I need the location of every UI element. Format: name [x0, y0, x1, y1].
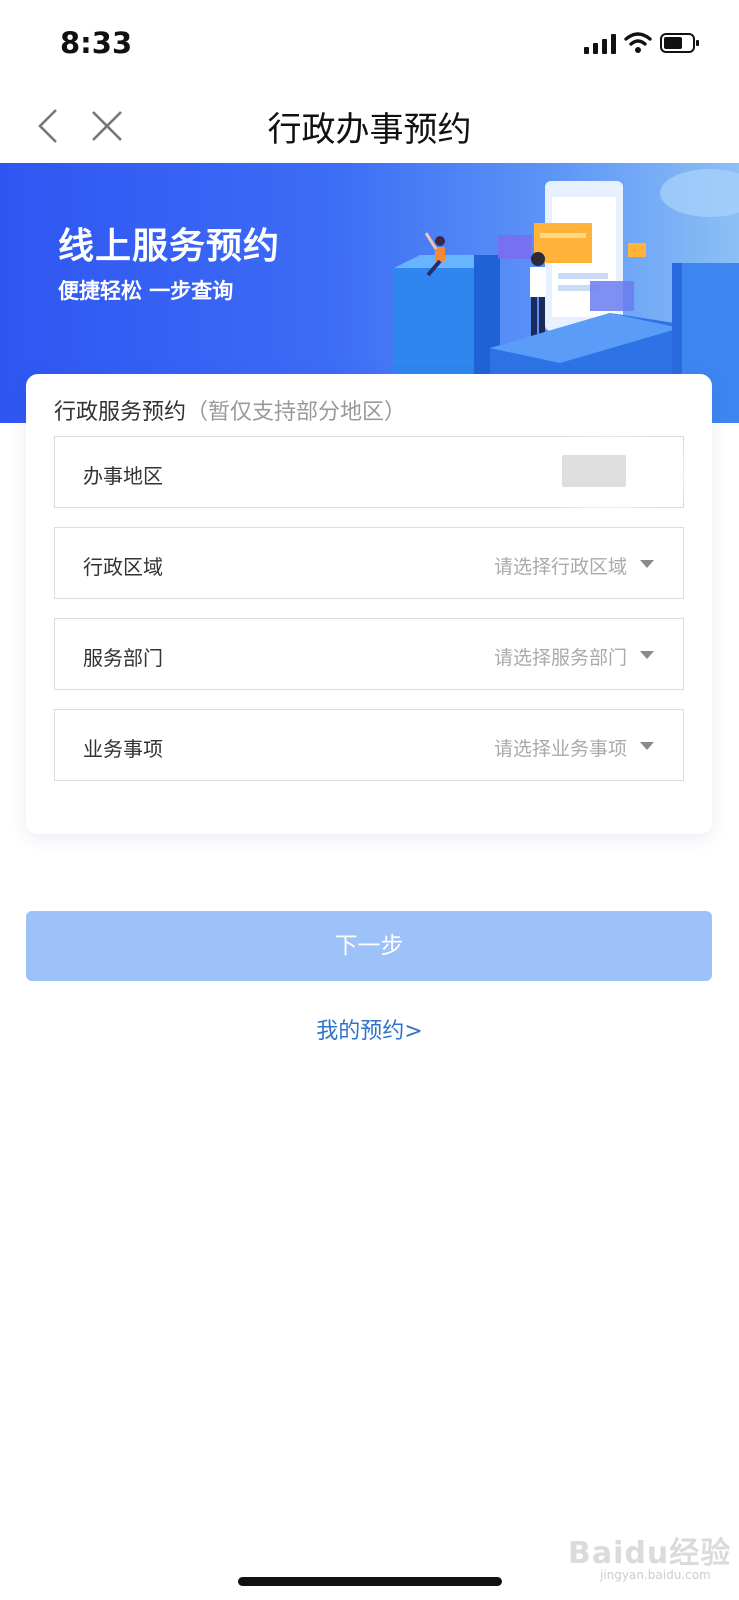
banner-subtitle: 便捷轻松 一步查询: [58, 279, 234, 303]
cellular-signal-icon: [584, 34, 616, 54]
watermark-url: jingyan.baidu.com: [600, 1568, 711, 1582]
dropdown-triangle-icon: [640, 560, 654, 568]
dropdown-triangle-icon: [640, 742, 654, 750]
service-department-label: 服务部门: [83, 646, 163, 670]
region-value: [562, 455, 626, 487]
banner-title: 线上服务预约: [58, 226, 281, 267]
home-indicator: [238, 1577, 502, 1586]
navigation-bar: 行政办事预约: [0, 88, 739, 163]
service-department-placeholder: 请选择服务部门: [493, 647, 627, 669]
wifi-icon: [624, 32, 652, 53]
watermark-logo: Baidu经验: [568, 1536, 732, 1571]
form-heading-title: 行政服务预约: [54, 400, 187, 425]
region-field-label: 办事地区: [83, 464, 163, 488]
battery-icon: [660, 33, 699, 53]
my-appointments-link[interactable]: 我的预约>: [0, 1013, 739, 1045]
region-field[interactable]: 办事地区: [54, 433, 697, 513]
page-title: 行政办事预约: [267, 110, 472, 150]
form-heading: 行政服务预约（暂仅支持部分地区）: [54, 394, 406, 426]
business-item-select[interactable]: 业务事项 请选择业务事项: [54, 709, 684, 781]
administrative-area-placeholder: 请选择行政区域: [493, 556, 627, 578]
administrative-area-select[interactable]: 行政区域 请选择行政区域: [54, 527, 684, 599]
service-department-select[interactable]: 服务部门 请选择服务部门: [54, 618, 684, 690]
appointment-form-card: 行政服务预约（暂仅支持部分地区） 办事地区 行政区域 请选择行政区域 服务部门 …: [26, 374, 712, 834]
form-heading-hint: （暂仅支持部分地区）: [186, 400, 407, 425]
status-bar: 8:33: [0, 0, 739, 88]
administrative-area-label: 行政区域: [83, 555, 163, 579]
dropdown-triangle-icon: [640, 651, 654, 659]
business-item-label: 业务事项: [83, 737, 163, 761]
business-item-placeholder: 请选择业务事项: [493, 738, 627, 760]
status-time: 8:33: [60, 26, 133, 60]
next-step-button[interactable]: 下一步: [26, 911, 712, 981]
